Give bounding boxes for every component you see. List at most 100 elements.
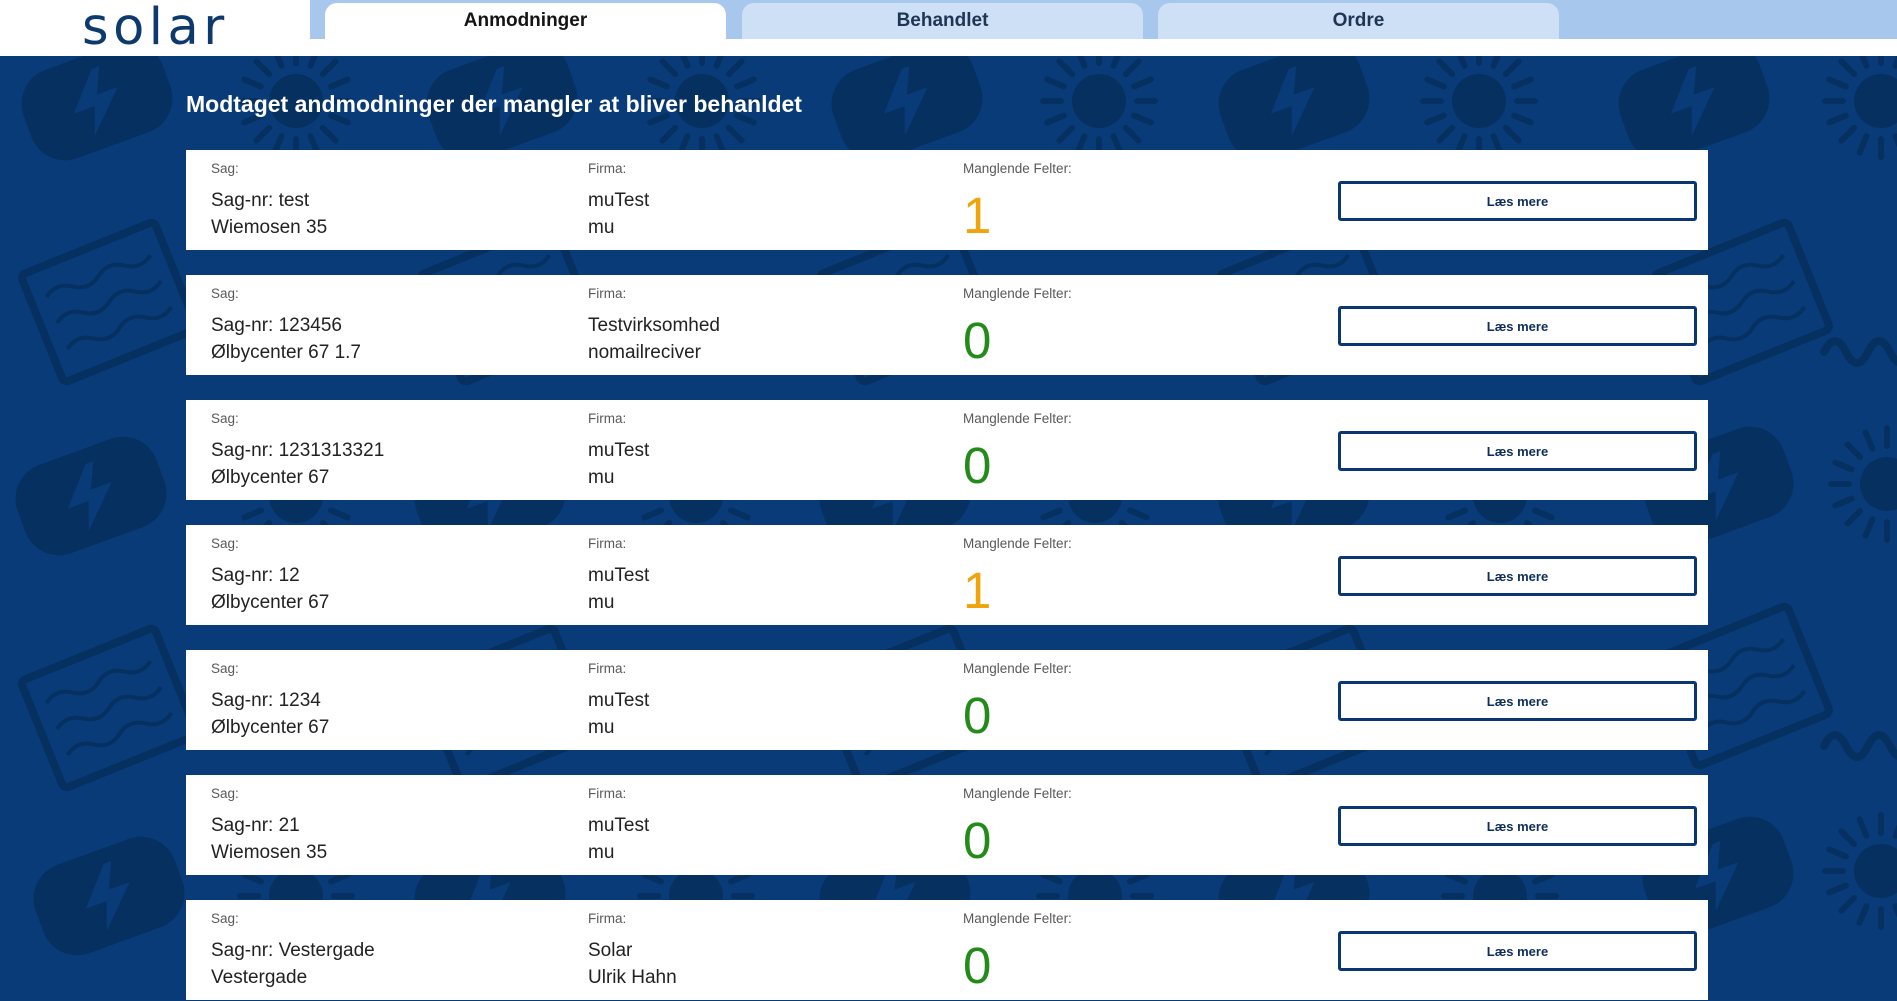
case-label: Sag: — [211, 411, 239, 426]
missing-fields-column: Manglende Felter: 1 — [963, 535, 1072, 616]
case-details: Sag-nr: test Wiemosen 35 — [211, 187, 327, 241]
missing-fields-label: Manglende Felter: — [963, 661, 1072, 676]
missing-fields-count: 0 — [963, 437, 992, 494]
missing-fields-count: 1 — [963, 187, 992, 244]
company-name: muTest — [588, 440, 650, 461]
missing-fields-label: Manglende Felter: — [963, 911, 1072, 926]
company-contact: mu — [588, 717, 615, 738]
missing-fields-column: Manglende Felter: 1 — [963, 160, 1072, 241]
case-column: Sag: Sag-nr: 123456 Ølbycenter 67 1.7 — [211, 285, 361, 366]
company-name: muTest — [588, 190, 650, 211]
company-column: Firma: muTest mu — [588, 660, 649, 741]
sun-icon — [1825, 56, 1897, 157]
request-card: Sag: Sag-nr: Vestergade Vestergade Firma… — [186, 900, 1708, 1000]
company-contact: mu — [588, 467, 615, 488]
case-column: Sag: Sag-nr: 1231313321 Ølbycenter 67 — [211, 410, 384, 491]
solar-logo[interactable]: solar — [82, 2, 229, 53]
case-label: Sag: — [211, 161, 239, 176]
missing-fields-count: 0 — [963, 812, 992, 869]
read-more-button[interactable]: Læs mere — [1338, 681, 1697, 721]
company-name: muTest — [588, 690, 650, 711]
case-label: Sag: — [211, 786, 239, 801]
company-contact: mu — [588, 842, 615, 863]
case-label: Sag: — [211, 536, 239, 551]
missing-fields-column: Manglende Felter: 0 — [963, 285, 1072, 366]
company-label: Firma: — [588, 536, 627, 551]
company-name: Solar — [588, 940, 633, 961]
case-number: Sag-nr: 12 — [211, 565, 300, 586]
tab-behandlet[interactable]: Behandlet — [742, 3, 1143, 39]
company-label: Firma: — [588, 161, 627, 176]
read-more-button[interactable]: Læs mere — [1338, 931, 1697, 971]
company-label: Firma: — [588, 911, 627, 926]
top-bar: solar Anmodninger Behandlet Ordre — [0, 0, 1897, 56]
case-column: Sag: Sag-nr: Vestergade Vestergade — [211, 910, 375, 991]
company-label: Firma: — [588, 411, 627, 426]
case-details: Sag-nr: Vestergade Vestergade — [211, 937, 375, 991]
case-column: Sag: Sag-nr: test Wiemosen 35 — [211, 160, 327, 241]
sun-icon — [1831, 428, 1897, 540]
company-contact: Ulrik Hahn — [588, 967, 677, 988]
case-number: Sag-nr: Vestergade — [211, 940, 375, 961]
case-address: Ølbycenter 67 1.7 — [211, 342, 361, 363]
case-address: Ølbycenter 67 — [211, 467, 330, 488]
sun-icon — [1423, 56, 1535, 157]
tab-ordre[interactable]: Ordre — [1158, 3, 1559, 39]
case-address: Wiemosen 35 — [211, 842, 328, 863]
company-details: muTest mu — [588, 812, 649, 866]
company-contact: mu — [588, 592, 615, 613]
read-more-button[interactable]: Læs mere — [1338, 306, 1697, 346]
case-address: Vestergade — [211, 967, 308, 988]
case-column: Sag: Sag-nr: 1234 Ølbycenter 67 — [211, 660, 329, 741]
case-number: Sag-nr: test — [211, 190, 310, 211]
case-number: Sag-nr: 123456 — [211, 315, 342, 336]
read-more-button[interactable]: Læs mere — [1338, 556, 1697, 596]
read-more-button[interactable]: Læs mere — [1338, 806, 1697, 846]
read-more-button[interactable]: Læs mere — [1338, 181, 1697, 221]
company-column: Firma: muTest mu — [588, 160, 649, 241]
company-contact: mu — [588, 217, 615, 238]
request-card: Sag: Sag-nr: 12 Ølbycenter 67 Firma: muT… — [186, 525, 1708, 625]
solar-panel-icon — [21, 627, 198, 788]
sun-icon — [1043, 56, 1155, 157]
missing-fields-count: 1 — [963, 562, 992, 619]
case-details: Sag-nr: 12 Ølbycenter 67 — [211, 562, 329, 616]
company-column: Firma: Solar Ulrik Hahn — [588, 910, 677, 991]
plug-icon — [5, 426, 177, 566]
missing-fields-column: Manglende Felter: 0 — [963, 910, 1072, 991]
missing-fields-label: Manglende Felter: — [963, 411, 1072, 426]
request-card: Sag: Sag-nr: 1231313321 Ølbycenter 67 Fi… — [186, 400, 1708, 500]
request-card: Sag: Sag-nr: test Wiemosen 35 Firma: muT… — [186, 150, 1708, 250]
request-card: Sag: Sag-nr: 21 Wiemosen 35 Firma: muTes… — [186, 775, 1708, 875]
case-details: Sag-nr: 123456 Ølbycenter 67 1.7 — [211, 312, 361, 366]
company-details: muTest mu — [588, 437, 649, 491]
tab-anmodninger[interactable]: Anmodninger — [325, 3, 726, 39]
solar-panel-icon — [21, 221, 198, 382]
read-more-button[interactable]: Læs mere — [1338, 431, 1697, 471]
company-details: Solar Ulrik Hahn — [588, 937, 677, 991]
missing-fields-label: Manglende Felter: — [963, 161, 1072, 176]
company-details: Testvirksomhed nomailreciver — [588, 312, 720, 366]
request-card: Sag: Sag-nr: 123456 Ølbycenter 67 1.7 Fi… — [186, 275, 1708, 375]
missing-fields-column: Manglende Felter: 0 — [963, 410, 1072, 491]
company-name: muTest — [588, 815, 650, 836]
company-name: muTest — [588, 565, 650, 586]
company-column: Firma: muTest mu — [588, 410, 649, 491]
case-number: Sag-nr: 21 — [211, 815, 300, 836]
case-column: Sag: Sag-nr: 21 Wiemosen 35 — [211, 785, 327, 866]
case-label: Sag: — [211, 911, 239, 926]
case-number: Sag-nr: 1234 — [211, 690, 321, 711]
case-label: Sag: — [211, 661, 239, 676]
plug-icon — [23, 826, 195, 966]
case-column: Sag: Sag-nr: 12 Ølbycenter 67 — [211, 535, 329, 616]
cable-icon — [1824, 735, 1897, 757]
sun-icon — [1825, 815, 1897, 927]
main-content: Modtaget andmodninger der mangler at bli… — [0, 56, 1897, 1001]
company-label: Firma: — [588, 661, 627, 676]
cable-icon — [1824, 341, 1897, 363]
company-contact: nomailreciver — [588, 342, 701, 363]
company-label: Firma: — [588, 786, 627, 801]
case-number: Sag-nr: 1231313321 — [211, 440, 385, 461]
request-card: Sag: Sag-nr: 1234 Ølbycenter 67 Firma: m… — [186, 650, 1708, 750]
missing-fields-label: Manglende Felter: — [963, 536, 1072, 551]
